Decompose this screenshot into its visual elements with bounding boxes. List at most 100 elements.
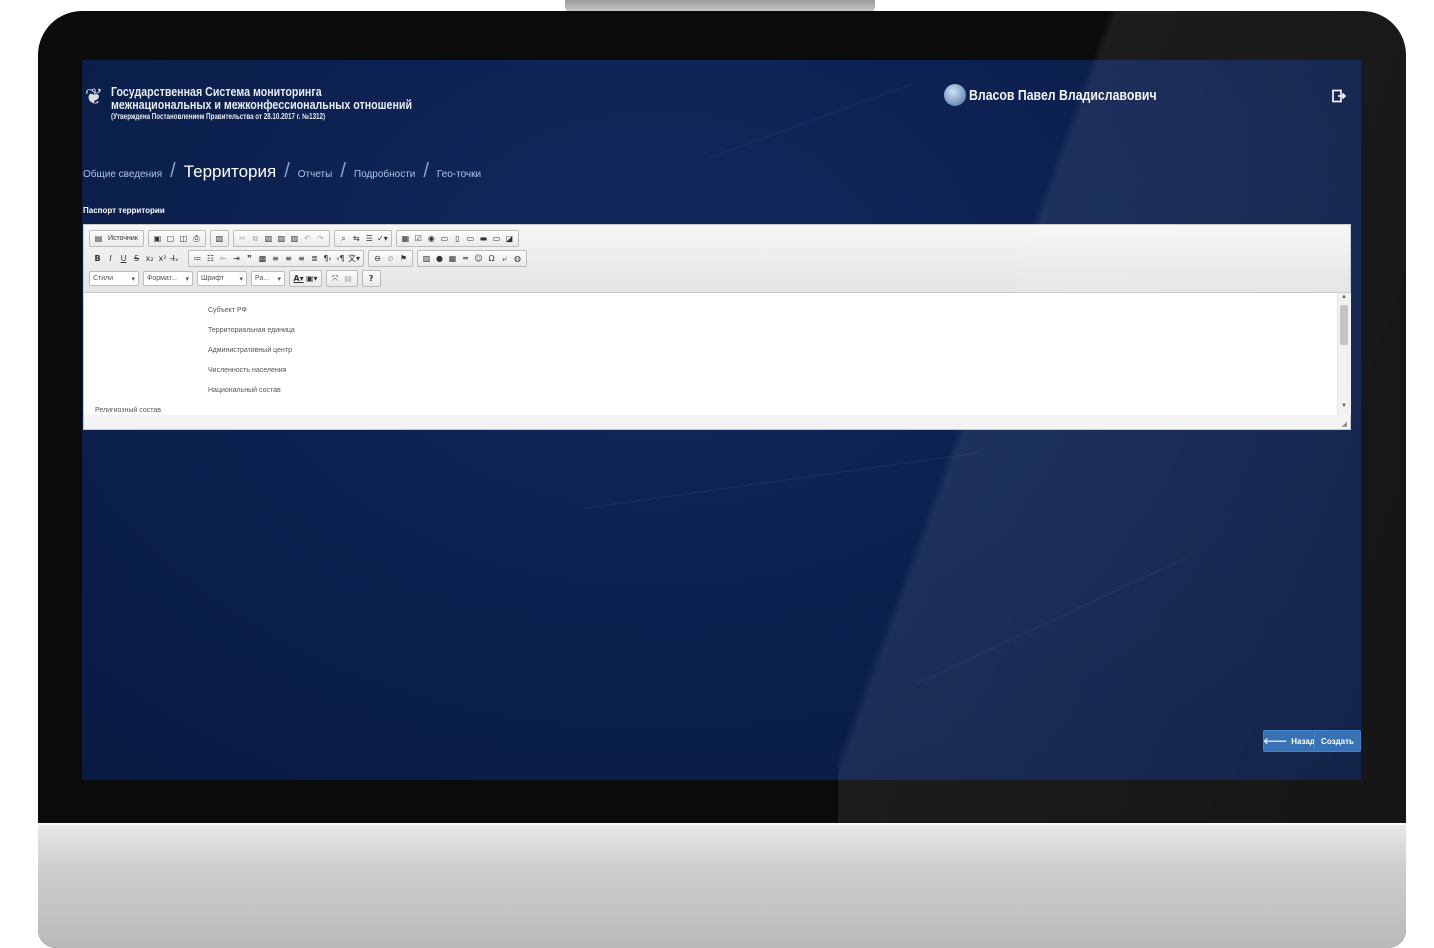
user-name: Власов Павел Владиславович	[969, 86, 1157, 104]
toolbar-group-colors: A▾ ▣▾	[289, 270, 322, 287]
resize-handle-icon[interactable]: ◢	[1342, 420, 1347, 428]
outdent-icon[interactable]: ⇤	[217, 252, 230, 265]
system-title-subtitle: (Утверждена Постановлением Правительства…	[111, 112, 326, 121]
font-label: Шрифт	[201, 275, 225, 282]
remove-format-icon[interactable]: I̶ₓ	[169, 252, 182, 265]
logout-icon[interactable]	[1332, 89, 1347, 103]
toolbar-group-basic: B I U S x₂ x² I̶ₓ	[89, 251, 184, 266]
paste-icon[interactable]: ▨	[262, 232, 275, 245]
field-admin-center: Административный центр	[208, 347, 292, 354]
div-icon[interactable]: ▩	[256, 252, 269, 265]
horizontal-rule-icon[interactable]: ═	[459, 252, 472, 265]
hidden-field-icon[interactable]: ◪	[503, 232, 516, 245]
textfield-icon[interactable]: ▭	[438, 232, 451, 245]
image-icon[interactable]: ▨	[420, 252, 433, 265]
toolbar-group-file: ▣ ▢ ◫ ⎙	[147, 230, 206, 247]
checkbox-icon[interactable]: ☑	[412, 232, 425, 245]
anchor-icon[interactable]: ⚑	[397, 252, 410, 265]
strike-icon[interactable]: S	[130, 252, 143, 265]
back-button[interactable]: 🡐 Назад	[1263, 730, 1315, 752]
breadcrumb-item-geo-points[interactable]: Гео-точки	[437, 169, 481, 180]
create-button[interactable]: Создать	[1314, 730, 1361, 752]
image-button-icon[interactable]: ▭	[490, 232, 503, 245]
iframe-icon[interactable]: ◍	[511, 252, 524, 265]
subscript-icon[interactable]: x₂	[143, 252, 156, 265]
select-icon[interactable]: ▭	[464, 232, 477, 245]
breadcrumb-item-reports[interactable]: Отчеты	[298, 169, 333, 180]
indent-icon[interactable]: ⇥	[230, 252, 243, 265]
unlink-icon[interactable]: ⊘	[384, 252, 397, 265]
table-icon[interactable]: ▦	[446, 252, 459, 265]
breadcrumb-item-details[interactable]: Подробности	[354, 169, 415, 180]
align-right-icon[interactable]: ≡	[295, 252, 308, 265]
system-title-line2: межнациональных и межконфессиональных от…	[111, 97, 413, 112]
link-icon[interactable]: ⊖	[371, 252, 384, 265]
superscript-icon[interactable]: x²	[156, 252, 169, 265]
form-icon[interactable]: ▦	[399, 232, 412, 245]
save-icon[interactable]: ▣	[151, 232, 164, 245]
special-char-icon[interactable]: Ω	[485, 252, 498, 265]
replace-icon[interactable]: ⇆	[350, 232, 363, 245]
size-label: Ра...	[255, 275, 270, 282]
print-icon[interactable]: ⎙	[190, 232, 203, 245]
styles-dropdown[interactable]: Стили ▾	[89, 271, 139, 286]
format-dropdown[interactable]: Формат... ▾	[143, 271, 193, 286]
scrollbar-thumb[interactable]	[1340, 305, 1348, 345]
toolbar-row-2: B I U S x₂ x² I̶ₓ ≔ ☷ ⇤ ⇥ ❞ ▩ ≡ ≡ ≡ ≣ ¶›…	[89, 250, 531, 267]
editor-content[interactable]: Субъект РФ Территориальная единица Админ…	[84, 293, 1337, 415]
format-label: Формат...	[147, 275, 177, 282]
copy-icon[interactable]: ⧉	[249, 232, 262, 245]
map-contour	[708, 82, 916, 159]
maximize-icon[interactable]: ⤧	[329, 272, 342, 285]
spellcheck-icon[interactable]: ✓▾	[376, 232, 389, 245]
bulleted-list-icon[interactable]: ☷	[204, 252, 217, 265]
bold-icon[interactable]: B	[91, 252, 104, 265]
flash-icon[interactable]: ●	[433, 252, 446, 265]
align-left-icon[interactable]: ≡	[269, 252, 282, 265]
show-blocks-icon[interactable]: ▤	[342, 272, 355, 285]
align-justify-icon[interactable]: ≣	[308, 252, 321, 265]
italic-icon[interactable]: I	[104, 252, 117, 265]
blockquote-icon[interactable]: ❞	[243, 252, 256, 265]
field-subject: Субъект РФ	[208, 307, 247, 314]
new-page-icon[interactable]: ▢	[164, 232, 177, 245]
help-button[interactable]: ?	[365, 272, 378, 285]
user-profile[interactable]: Власов Павел Владиславович	[944, 84, 1198, 106]
toolbar-group-paragraph: ≔ ☷ ⇤ ⇥ ❞ ▩ ≡ ≡ ≡ ≣ ¶› ‹¶ 文▾	[188, 250, 365, 267]
page-break-icon[interactable]: ⤶	[498, 252, 511, 265]
scroll-up-icon[interactable]: ▲	[1341, 294, 1347, 300]
toolbar-group-tools: ⤧ ▤	[325, 270, 358, 287]
scroll-down-icon[interactable]: ▼	[1341, 403, 1347, 409]
cut-icon[interactable]: ✂	[236, 232, 249, 245]
smiley-icon[interactable]: ☺	[472, 252, 485, 265]
templates-icon[interactable]: ▧	[213, 232, 226, 245]
font-dropdown[interactable]: Шрифт ▾	[197, 271, 247, 286]
size-dropdown[interactable]: Ра... ▾	[251, 271, 285, 286]
ltr-icon[interactable]: ¶›	[321, 252, 334, 265]
button-icon[interactable]: ▬	[477, 232, 490, 245]
rtl-icon[interactable]: ‹¶	[334, 252, 347, 265]
language-icon[interactable]: 文▾	[347, 252, 361, 265]
breadcrumb-separator: /	[284, 160, 290, 182]
textarea-icon[interactable]: ▯	[451, 232, 464, 245]
underline-icon[interactable]: U	[117, 252, 130, 265]
paste-word-icon[interactable]: ▨	[288, 232, 301, 245]
toolbar-group-clipboard: ✂ ⧉ ▨ ▨ ▨ ↶ ↷	[232, 230, 330, 247]
source-button[interactable]: Источник	[105, 232, 141, 245]
numbered-list-icon[interactable]: ≔	[191, 252, 204, 265]
redo-icon[interactable]: ↷	[314, 232, 327, 245]
field-population: Численность населения	[208, 367, 287, 374]
breadcrumb-item-general[interactable]: Общие сведения	[83, 169, 162, 180]
align-center-icon[interactable]: ≡	[282, 252, 295, 265]
editor-scrollbar[interactable]: ▲ ▼	[1337, 293, 1351, 415]
paste-text-icon[interactable]: ▨	[275, 232, 288, 245]
radio-icon[interactable]: ◉	[425, 232, 438, 245]
toolbar-group-document: ▤ Источник	[89, 230, 144, 247]
select-all-icon[interactable]: ☰	[363, 232, 376, 245]
find-icon[interactable]: ⌕	[337, 232, 350, 245]
background-color-icon[interactable]: ▣▾	[305, 272, 319, 285]
text-color-icon[interactable]: A▾	[292, 272, 305, 285]
preview-icon[interactable]: ◫	[177, 232, 190, 245]
undo-icon[interactable]: ↶	[301, 232, 314, 245]
breadcrumb-item-territory[interactable]: Территория	[184, 162, 277, 182]
